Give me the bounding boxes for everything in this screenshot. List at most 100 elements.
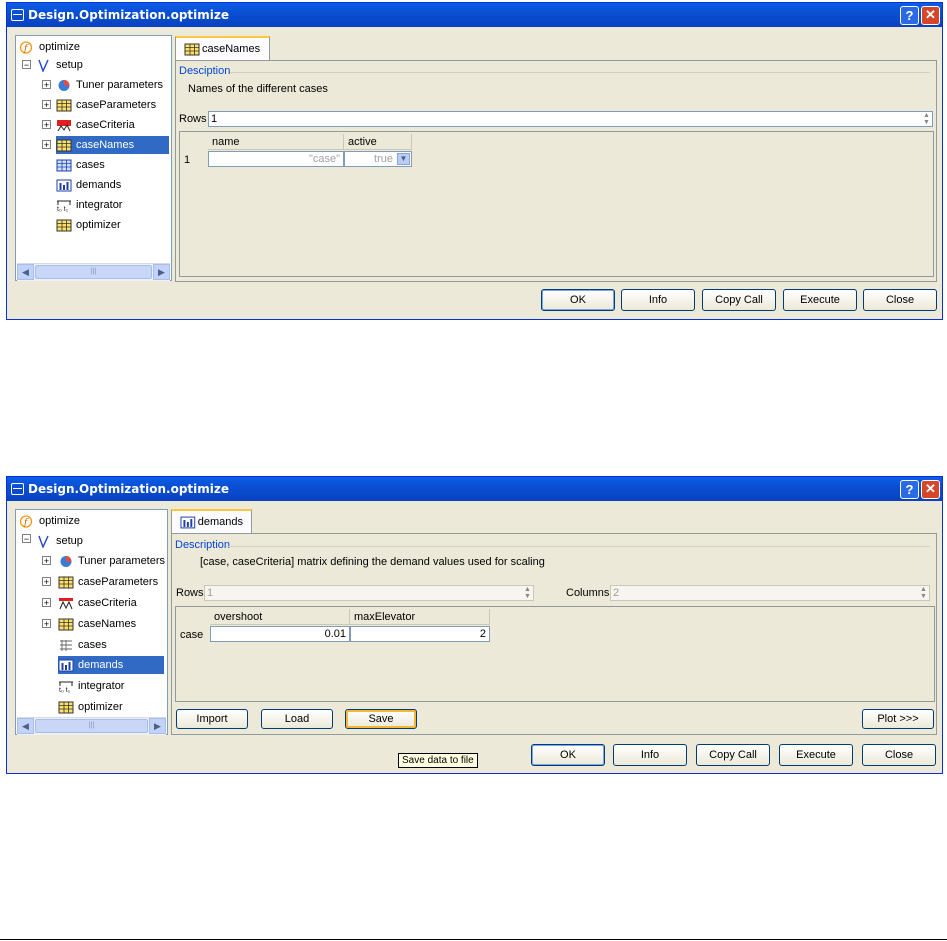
plot-button[interactable]: Plot >>> bbox=[862, 709, 934, 729]
cell-overshoot[interactable]: 0.01 bbox=[210, 626, 350, 642]
tree-node-setup[interactable]: setup bbox=[36, 56, 85, 74]
expand-icon[interactable]: + bbox=[42, 80, 51, 90]
spinner-icon[interactable]: ▲ ▼ bbox=[918, 586, 929, 600]
horizontal-scrollbar[interactable]: ◀ ||| ▶ bbox=[17, 717, 166, 735]
tree-node-integrator[interactable]: t₀ t₁ integrator bbox=[56, 196, 124, 214]
tree-node-demands[interactable]: demands bbox=[58, 656, 164, 674]
parameter-tree[interactable]: f optimize − setup + Tuner parameters + … bbox=[15, 35, 172, 281]
tree-node-optimize[interactable]: f optimize bbox=[19, 38, 82, 56]
close-button[interactable]: Close bbox=[863, 289, 937, 311]
tree-node-caseparameters[interactable]: caseParameters bbox=[58, 573, 160, 591]
collapse-icon[interactable]: − bbox=[22, 534, 31, 544]
help-button[interactable]: ? bbox=[900, 5, 919, 25]
tree-node-caseparameters[interactable]: caseParameters bbox=[56, 96, 158, 114]
tree-node-demands[interactable]: demands bbox=[56, 176, 123, 194]
tree-node-casecriteria[interactable]: caseCriteria bbox=[58, 594, 139, 612]
title-bar[interactable]: Design.Optimization.optimize ? ✕ bbox=[7, 477, 942, 501]
tree-node-casenames[interactable]: caseNames bbox=[56, 136, 169, 154]
row-header: case bbox=[180, 629, 204, 641]
criteria-icon bbox=[59, 597, 73, 609]
ok-button[interactable]: OK bbox=[541, 289, 615, 311]
tree-node-cases[interactable]: cases bbox=[56, 156, 107, 174]
parameter-tree[interactable]: f optimize − setup + Tuner parameters + … bbox=[15, 509, 168, 735]
tree-node-tuner-parameters[interactable]: Tuner parameters bbox=[58, 552, 167, 570]
tree-node-casenames[interactable]: caseNames bbox=[58, 615, 138, 633]
expand-icon[interactable]: + bbox=[42, 100, 51, 110]
table-icon bbox=[56, 139, 72, 151]
close-window-button[interactable]: ✕ bbox=[921, 5, 940, 25]
collapse-icon[interactable]: − bbox=[22, 60, 31, 70]
close-button[interactable]: Close bbox=[862, 744, 936, 766]
tree-node-optimizer[interactable]: optimizer bbox=[56, 216, 123, 234]
load-button[interactable]: Load bbox=[261, 709, 333, 729]
close-window-button[interactable]: ✕ bbox=[921, 479, 940, 499]
tree-label: caseNames bbox=[74, 138, 137, 152]
tab-panel: Desciption Names of the different cases … bbox=[175, 60, 937, 282]
column-header-name[interactable]: name bbox=[208, 134, 344, 150]
cell-maxelevator[interactable]: 2 bbox=[350, 626, 490, 642]
tree-node-optimize[interactable]: f optimize bbox=[19, 512, 82, 530]
cell-active-select[interactable]: true ▼ bbox=[344, 151, 412, 167]
scroll-thumb[interactable]: ||| bbox=[35, 265, 152, 279]
bar-chart-icon bbox=[56, 179, 72, 191]
tree-node-casecriteria[interactable]: caseCriteria bbox=[56, 116, 137, 134]
expand-icon[interactable]: + bbox=[42, 598, 51, 608]
tab-casenames[interactable]: caseNames bbox=[175, 36, 270, 60]
description-heading: Description bbox=[175, 539, 231, 551]
spinner-icon[interactable]: ▲ ▼ bbox=[921, 112, 932, 126]
scroll-right-icon[interactable]: ▶ bbox=[149, 718, 166, 734]
rows-label: Rows bbox=[179, 113, 207, 125]
copy-call-button[interactable]: Copy Call bbox=[696, 744, 770, 766]
tree-node-optimizer[interactable]: optimizer bbox=[58, 698, 125, 716]
tree-label: caseNames bbox=[78, 618, 137, 630]
tree-label: integrator bbox=[76, 199, 123, 211]
scroll-thumb[interactable]: ||| bbox=[35, 719, 148, 733]
dialog-window-top: Design.Optimization.optimize ? ✕ f optim… bbox=[6, 2, 943, 320]
tree-label: setup bbox=[56, 535, 83, 547]
ok-button[interactable]: OK bbox=[531, 744, 605, 766]
tree-label: caseCriteria bbox=[78, 597, 137, 609]
save-button[interactable]: Save bbox=[345, 709, 417, 729]
title-bar[interactable]: Design.Optimization.optimize ? ✕ bbox=[7, 3, 942, 27]
rows-field[interactable]: 1 ▲ ▼ bbox=[208, 111, 933, 127]
import-button[interactable]: Import bbox=[176, 709, 248, 729]
rows-field[interactable]: 1 ▲ ▼ bbox=[204, 585, 534, 601]
execute-button[interactable]: Execute bbox=[779, 744, 853, 766]
chevron-down-icon[interactable]: ▼ bbox=[397, 153, 410, 165]
tree-node-cases[interactable]: cases bbox=[58, 636, 109, 654]
expand-icon[interactable]: + bbox=[42, 577, 51, 587]
column-header-maxelevator[interactable]: maxElevator bbox=[350, 609, 490, 625]
info-button[interactable]: Info bbox=[613, 744, 687, 766]
column-header-active[interactable]: active bbox=[344, 134, 412, 150]
tree-node-tuner-parameters[interactable]: Tuner parameters bbox=[56, 76, 165, 94]
copy-call-button[interactable]: Copy Call bbox=[702, 289, 776, 311]
expand-icon[interactable]: + bbox=[42, 556, 51, 566]
help-button[interactable]: ? bbox=[900, 479, 919, 499]
columns-field[interactable]: 2 ▲ ▼ bbox=[610, 585, 930, 601]
cell-name[interactable]: "case" bbox=[208, 151, 344, 167]
criteria-icon bbox=[57, 119, 71, 131]
scroll-left-icon[interactable]: ◀ bbox=[17, 264, 34, 280]
tab-demands[interactable]: demands bbox=[171, 509, 252, 533]
horizontal-scrollbar[interactable]: ◀ ||| ▶ bbox=[17, 263, 170, 281]
execute-button[interactable]: Execute bbox=[783, 289, 857, 311]
column-header-overshoot[interactable]: overshoot bbox=[210, 609, 350, 625]
scroll-right-icon[interactable]: ▶ bbox=[153, 264, 170, 280]
svg-text:t₀ t₁: t₀ t₁ bbox=[57, 206, 69, 212]
scroll-left-icon[interactable]: ◀ bbox=[17, 718, 34, 734]
tree-node-setup[interactable]: setup bbox=[36, 532, 85, 550]
expand-icon[interactable]: + bbox=[42, 619, 51, 629]
expand-icon[interactable]: + bbox=[42, 140, 51, 150]
tree-label: optimizer bbox=[76, 219, 121, 231]
save-tooltip: Save data to file bbox=[398, 753, 478, 768]
expand-icon[interactable]: + bbox=[42, 120, 51, 130]
bar-chart-icon bbox=[58, 659, 74, 671]
tree-node-integrator[interactable]: t₀ t₁ integrator bbox=[58, 677, 126, 695]
bar-chart-icon bbox=[180, 516, 196, 528]
spinner-icon[interactable]: ▲ ▼ bbox=[522, 586, 533, 600]
window-icon bbox=[11, 483, 24, 495]
info-button[interactable]: Info bbox=[621, 289, 695, 311]
svg-text:t₀ t₁: t₀ t₁ bbox=[59, 687, 71, 693]
row-header: 1 bbox=[184, 154, 191, 166]
data-grid: name active 1 "case" true ▼ bbox=[179, 131, 934, 277]
